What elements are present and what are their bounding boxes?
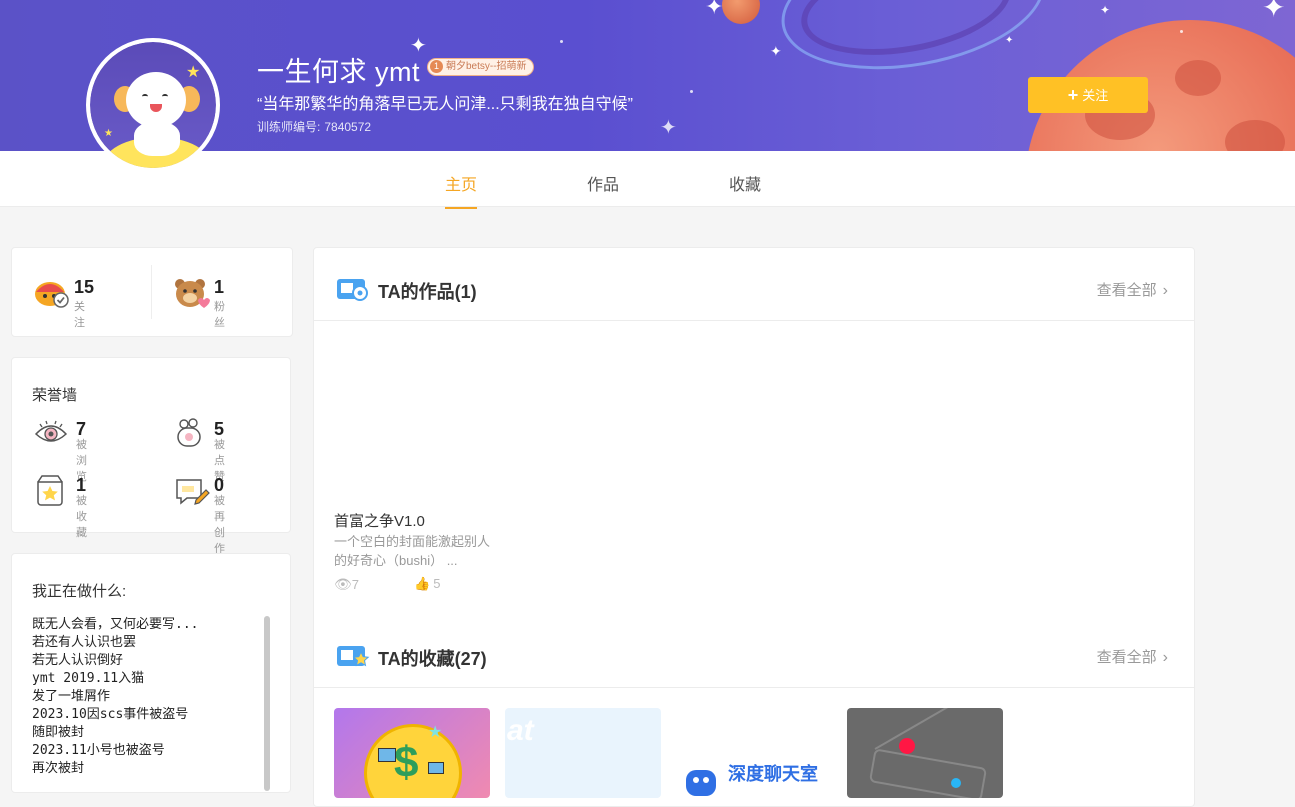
honor-wall-title: 荣誉墙	[32, 387, 78, 404]
star-dot	[1180, 30, 1183, 33]
status-line: 若还有人认识也罢	[32, 635, 137, 650]
star-dot	[690, 90, 693, 93]
works-section-header: TA的作品(1) 查看全部 ›	[314, 248, 1194, 321]
username: 一生何求 ymt	[257, 57, 420, 87]
avatar[interactable]: ★ ★	[86, 38, 220, 172]
star-dot	[560, 40, 563, 43]
chevron-right-icon: ›	[1162, 649, 1168, 666]
status-line: 既无人会看，又何必要写...	[32, 617, 199, 632]
work-likes: 👍 5	[414, 576, 440, 592]
follow-button[interactable]: + 关注	[1028, 77, 1148, 113]
status-line: 2023.10因scs事件被盗号	[32, 707, 189, 722]
work-likes-count: 5	[433, 576, 441, 591]
favorites-view-all-label: 查看全部	[1096, 649, 1157, 666]
divider	[151, 265, 152, 319]
sparkle-icon: ✦	[1262, 0, 1286, 23]
remix-pencil-icon	[176, 479, 210, 505]
trainer-label: 训练师编号:	[257, 120, 321, 134]
status-line: 发了一堆屑作	[32, 689, 111, 704]
eye-icon: 👁	[334, 576, 352, 592]
tab-home[interactable]: 主页	[445, 171, 478, 209]
works-view-all-link[interactable]: 查看全部 ›	[1097, 279, 1168, 300]
work-description: 一个空白的封面能激起别人的好奇心（bushi） ...	[334, 534, 491, 568]
status-card: 我正在做什么: 既无人会看，又何必要写... 若还有人认识也罢 若无人认识倒好 …	[11, 553, 291, 793]
following-label: 关注	[74, 301, 85, 329]
dollar-icon: $	[394, 738, 419, 787]
status-text: 既无人会看，又何必要写... 若还有人认识也罢 若无人认识倒好 ymt 2019…	[32, 616, 262, 778]
status-title: 我正在做什么:	[32, 583, 127, 600]
main-content-card: TA的作品(1) 查看全部 › 首富之争V1.0 一个空白的封面能激起别人的好奇心…	[313, 247, 1195, 807]
fans-icon	[175, 279, 210, 308]
favorites-view-all-link[interactable]: 查看全部 ›	[1097, 646, 1168, 667]
favorites-section-header: TA的收藏(27) 查看全部 ›	[314, 615, 1194, 688]
chat-icon	[686, 770, 716, 796]
profile-motto: “当年那繁华的角落早已无人问津...只剩我在独自守候”	[257, 96, 633, 113]
work-cover[interactable]	[334, 340, 490, 500]
fans-count: 1	[214, 277, 225, 297]
status-line: 若无人认识倒好	[32, 653, 124, 668]
works-icon	[337, 279, 368, 301]
favorites-icon	[337, 646, 370, 667]
status-line: 随即被封	[32, 725, 85, 740]
sparkle-icon: ✦	[705, 0, 724, 19]
following-icon	[35, 282, 69, 308]
tab-favorites[interactable]: 收藏	[729, 171, 761, 195]
social-stats-card: 15 关注 1 粉丝	[11, 247, 293, 337]
star-icon: ★	[104, 128, 113, 139]
works-title: TA的作品(1)	[378, 282, 477, 302]
favorite-box-icon	[37, 475, 63, 506]
works-view-all-label: 查看全部	[1096, 282, 1157, 299]
paw-like-icon	[177, 418, 201, 447]
plus-icon: +	[1067, 85, 1079, 105]
eye-icon	[34, 420, 68, 442]
favorites-title: TA的收藏(27)	[378, 649, 487, 669]
remix-label: 被再创作	[214, 495, 225, 555]
thumbs-up-icon: 👍	[414, 576, 431, 591]
small-planet-decoration	[722, 0, 760, 24]
tab-works[interactable]: 作品	[587, 171, 619, 195]
badge-level: 1	[430, 60, 443, 73]
following-count: 15	[74, 277, 95, 297]
follow-button-label: 关注	[1082, 88, 1109, 103]
trainer-id: 训练师编号: 7840572	[257, 118, 371, 135]
thumbnail-text: 深度聊天室	[728, 764, 818, 784]
thumbnail-text: at	[507, 714, 534, 747]
work-views-count: 7	[351, 577, 360, 592]
status-line: 再次被封	[32, 761, 85, 776]
star-icon: ★	[428, 724, 443, 741]
fans-label: 粉丝	[214, 301, 225, 329]
status-line: 2023.11小号也被盗号	[32, 743, 165, 758]
work-title[interactable]: 首富之争V1.0	[334, 510, 425, 531]
chevron-right-icon: ›	[1162, 282, 1168, 299]
sparkle-icon: ✦	[1005, 35, 1014, 46]
status-scrollbar[interactable]	[264, 616, 270, 791]
trainer-number: 7840572	[324, 120, 372, 134]
sparkle-icon: ✦	[660, 117, 677, 139]
badge-text: 朝夕betsy--招萌新	[446, 61, 527, 72]
honor-wall-card: 荣誉墙 7 被浏览 5 被点赞 1 被收藏 0 被再创作	[11, 357, 291, 555]
level-badge[interactable]: 1 朝夕betsy--招萌新	[427, 58, 534, 76]
star-icon: ★	[186, 64, 201, 81]
sparkle-icon: ✦	[1100, 3, 1111, 17]
status-line: ymt 2019.11入猫	[32, 671, 145, 686]
sparkle-icon: ✦	[770, 43, 782, 59]
work-views: 👁7	[334, 576, 359, 593]
favorites-label: 被收藏	[76, 495, 87, 539]
